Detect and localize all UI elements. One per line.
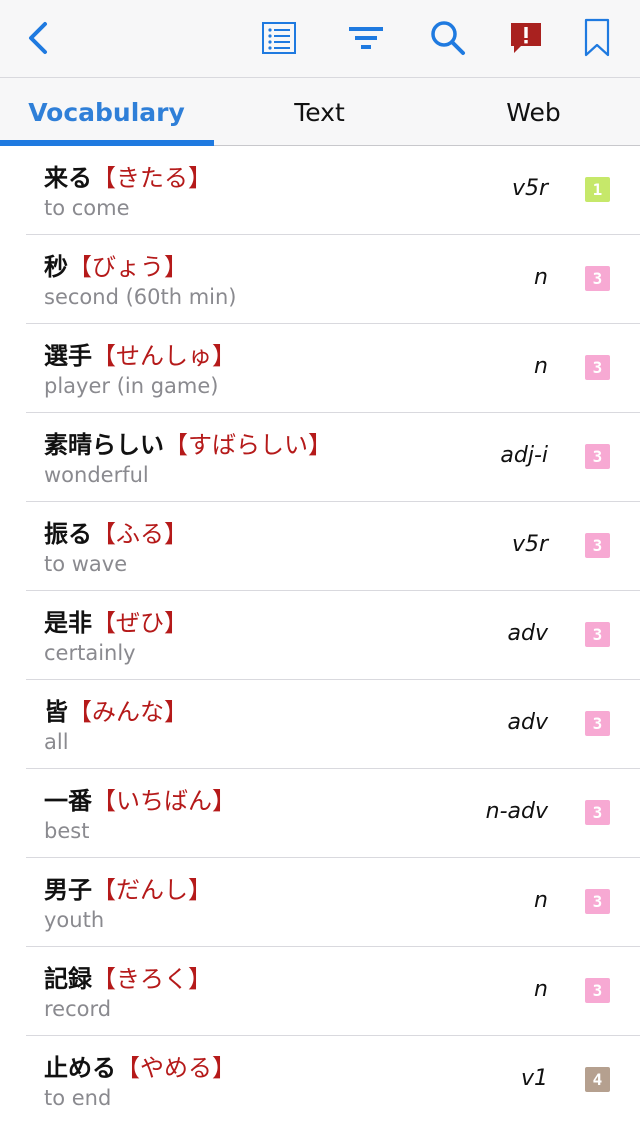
vocab-reading: 【きろく】	[92, 965, 212, 993]
jlpt-level-badge: 3	[585, 622, 610, 647]
vocab-part-of-speech: adj-i	[500, 443, 548, 468]
vocab-reading: 【すばらしい】	[164, 431, 332, 459]
vocab-kanji: 止める	[44, 1054, 116, 1082]
tab-vocabulary[interactable]: Vocabulary	[0, 78, 213, 146]
vocab-meaning: second (60th min)	[44, 285, 237, 309]
jlpt-level-badge: 3	[585, 711, 610, 736]
top-toolbar	[0, 0, 640, 78]
vocab-row[interactable]: 来る【きたる】 to come v5r 1	[26, 146, 640, 235]
vocab-meaning: youth	[44, 908, 105, 932]
bookmark-button[interactable]	[573, 14, 621, 62]
tab-text-label: Text	[294, 97, 345, 127]
vocab-word: 来る【きたる】	[44, 158, 212, 193]
vocab-kanji: 来る	[44, 164, 92, 192]
vocab-reading: 【やめる】	[116, 1054, 236, 1082]
tab-web-label: Web	[506, 97, 561, 127]
vocab-row[interactable]: 一番【いちばん】 best n-adv 3	[26, 769, 640, 858]
vocab-kanji: 振る	[44, 520, 92, 548]
vocab-part-of-speech: n	[534, 977, 548, 1002]
vocab-row[interactable]: 記録【きろく】 record n 3	[26, 947, 640, 1036]
vocab-word: 素晴らしい【すばらしい】	[44, 425, 332, 460]
vocab-part-of-speech: n	[534, 354, 548, 379]
vocab-meaning: to come	[44, 196, 130, 220]
tab-web[interactable]: Web	[427, 78, 640, 146]
vocab-meaning: to wave	[44, 552, 128, 576]
jlpt-level-badge: 3	[585, 533, 610, 558]
vocab-reading: 【ふる】	[92, 520, 188, 548]
vocab-kanji: 是非	[44, 609, 92, 637]
jlpt-level-badge: 3	[585, 800, 610, 825]
vocab-reading: 【せんしゅ】	[92, 342, 236, 370]
filter-button[interactable]	[342, 14, 390, 62]
vocab-row[interactable]: 男子【だんし】 youth n 3	[26, 858, 640, 947]
jlpt-level-badge: 3	[585, 978, 610, 1003]
vocab-reading: 【みんな】	[68, 698, 188, 726]
vocabulary-list: 来る【きたる】 to come v5r 1 秒【びょう】 second (60th min…	[0, 146, 640, 1125]
vocab-row[interactable]: 秒【びょう】 second (60th min) n 3	[26, 235, 640, 324]
vocab-meaning: player (in game)	[44, 374, 219, 398]
jlpt-level-badge: 1	[585, 177, 610, 202]
vocab-part-of-speech: n	[534, 888, 548, 913]
vocab-kanji: 皆	[44, 698, 68, 726]
vocab-word: 記録【きろく】	[44, 959, 212, 994]
jlpt-level-badge: 3	[585, 266, 610, 291]
vocab-row[interactable]: 振る【ふる】 to wave v5r 3	[26, 502, 640, 591]
vocab-word: 男子【だんし】	[44, 870, 212, 905]
vocab-kanji: 選手	[44, 342, 92, 370]
vocab-meaning: record	[44, 997, 112, 1021]
vocab-row[interactable]: 止める【やめる】 to end v1 4	[26, 1036, 640, 1125]
vocab-word: 振る【ふる】	[44, 514, 188, 549]
vocab-row[interactable]: 皆【みんな】 all adv 3	[26, 680, 640, 769]
list-icon	[262, 22, 296, 54]
report-icon	[511, 23, 541, 53]
vocab-kanji: 秒	[44, 253, 68, 281]
vocab-reading: 【きたる】	[92, 164, 212, 192]
jlpt-level-badge: 3	[585, 889, 610, 914]
back-chevron-icon	[29, 22, 47, 54]
vocab-row[interactable]: 是非【ぜひ】 certainly adv 3	[26, 591, 640, 680]
vocab-reading: 【びょう】	[68, 253, 188, 281]
tab-text[interactable]: Text	[213, 78, 426, 146]
jlpt-level-badge: 3	[585, 355, 610, 380]
back-button[interactable]	[14, 14, 62, 62]
filter-icon	[349, 27, 383, 49]
vocab-reading: 【いちばん】	[92, 787, 236, 815]
vocab-word: 秒【びょう】	[44, 247, 188, 282]
vocab-part-of-speech: n-adv	[485, 799, 548, 824]
vocab-part-of-speech: v5r	[511, 532, 548, 557]
report-button[interactable]	[502, 14, 550, 62]
vocab-kanji: 男子	[44, 876, 92, 904]
vocab-reading: 【ぜひ】	[92, 609, 188, 637]
vocab-meaning: best	[44, 819, 90, 843]
vocab-reading: 【だんし】	[92, 876, 212, 904]
vocab-part-of-speech: v5r	[511, 176, 548, 201]
vocab-meaning: to end	[44, 1086, 112, 1110]
vocab-meaning: wonderful	[44, 463, 149, 487]
vocab-word: 皆【みんな】	[44, 692, 188, 727]
vocab-kanji: 記録	[44, 965, 92, 993]
vocab-word: 選手【せんしゅ】	[44, 336, 236, 371]
search-button[interactable]	[424, 14, 472, 62]
bookmark-icon	[584, 18, 610, 57]
vocab-word: 止める【やめる】	[44, 1048, 236, 1083]
vocab-meaning: certainly	[44, 641, 136, 665]
vocab-part-of-speech: adv	[507, 710, 548, 735]
vocab-part-of-speech: v1	[520, 1066, 548, 1091]
vocab-meaning: all	[44, 730, 69, 754]
jlpt-level-badge: 3	[585, 444, 610, 469]
vocab-word: 一番【いちばん】	[44, 781, 236, 816]
search-icon	[431, 21, 465, 55]
vocab-word: 是非【ぜひ】	[44, 603, 188, 638]
vocab-part-of-speech: n	[534, 265, 548, 290]
vocab-part-of-speech: adv	[507, 621, 548, 646]
vocab-row[interactable]: 素晴らしい【すばらしい】 wonderful adj-i 3	[26, 413, 640, 502]
list-button[interactable]	[255, 14, 303, 62]
vocab-row[interactable]: 選手【せんしゅ】 player (in game) n 3	[26, 324, 640, 413]
vocab-kanji: 素晴らしい	[44, 431, 164, 459]
jlpt-level-badge: 4	[585, 1067, 610, 1092]
tab-vocabulary-label: Vocabulary	[28, 97, 185, 127]
vocab-kanji: 一番	[44, 787, 92, 815]
tab-bar: Vocabulary Text Web	[0, 78, 640, 146]
